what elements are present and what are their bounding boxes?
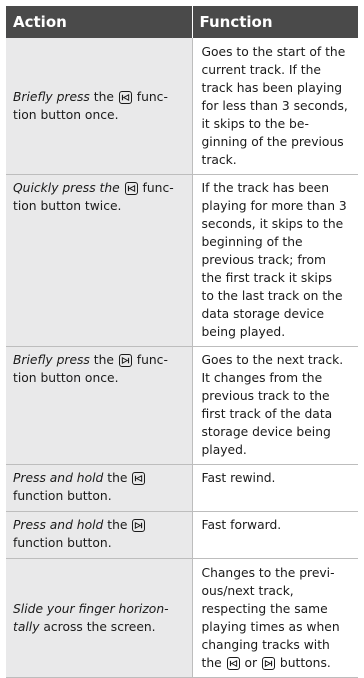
table-row: Slide your finger horizon­tally across t… (6, 558, 358, 678)
next-track-icon (262, 657, 275, 670)
next-track-icon (132, 519, 146, 532)
action-cell: Briefly press the func­tion button once. (6, 38, 193, 175)
action-emphasis: Briefly press (13, 353, 90, 367)
previous-track-icon (124, 182, 138, 195)
header-function: Function (192, 6, 358, 38)
action-emphasis: Press and hold (13, 518, 104, 532)
previous-track-icon (132, 472, 146, 485)
function-cell: Goes to the start of the cur­rent track.… (192, 38, 358, 175)
action-cell: Press and hold the function button. (6, 464, 193, 512)
function-table-container: Action Function Briefly press the func­t… (6, 6, 358, 678)
table-row: Briefly press the func­tion button once.… (6, 346, 358, 465)
function-cell: Fast rewind. (192, 464, 358, 512)
table-row: Press and hold the function button. Fast… (6, 464, 358, 512)
action-text: function button. (13, 489, 112, 503)
function-text: Changes to the previ­ous/next track, res… (201, 566, 340, 670)
function-cell: Goes to the next track. It changes from … (192, 346, 358, 465)
previous-track-icon (226, 657, 240, 670)
table-header-row: Action Function (6, 6, 358, 38)
action-cell: Press and hold the function button. (6, 511, 193, 559)
function-text: or (240, 656, 261, 670)
action-emphasis: Quickly press the (13, 181, 120, 195)
action-text: the (89, 90, 118, 104)
action-text: the (89, 353, 118, 367)
previous-track-icon (118, 91, 132, 104)
table-row: Quickly press the func­tion button twice… (6, 174, 358, 347)
function-text: buttons. (276, 656, 331, 670)
next-track-icon (118, 354, 132, 367)
action-text: function button. (13, 536, 112, 550)
action-emphasis: Press and hold (13, 471, 104, 485)
function-cell: Changes to the previ­ous/next track, res… (192, 558, 358, 678)
action-cell: Briefly press the func­tion button once. (6, 346, 193, 465)
action-text (120, 181, 124, 195)
function-cell: If the track has been play­ing for more … (192, 174, 358, 347)
action-emphasis: Briefly press (13, 90, 90, 104)
action-text: the (103, 518, 132, 532)
table-row: Briefly press the func­tion button once.… (6, 38, 358, 175)
action-cell: Quickly press the func­tion button twice… (6, 174, 193, 347)
table-row: Press and hold the function button. Fast… (6, 511, 358, 559)
action-text: the (103, 471, 132, 485)
function-cell: Fast forward. (192, 511, 358, 559)
action-text: across the screen. (39, 620, 156, 634)
function-table: Action Function Briefly press the func­t… (6, 6, 358, 678)
action-cell: Slide your finger horizon­tally across t… (6, 558, 193, 678)
header-action: Action (6, 6, 193, 38)
